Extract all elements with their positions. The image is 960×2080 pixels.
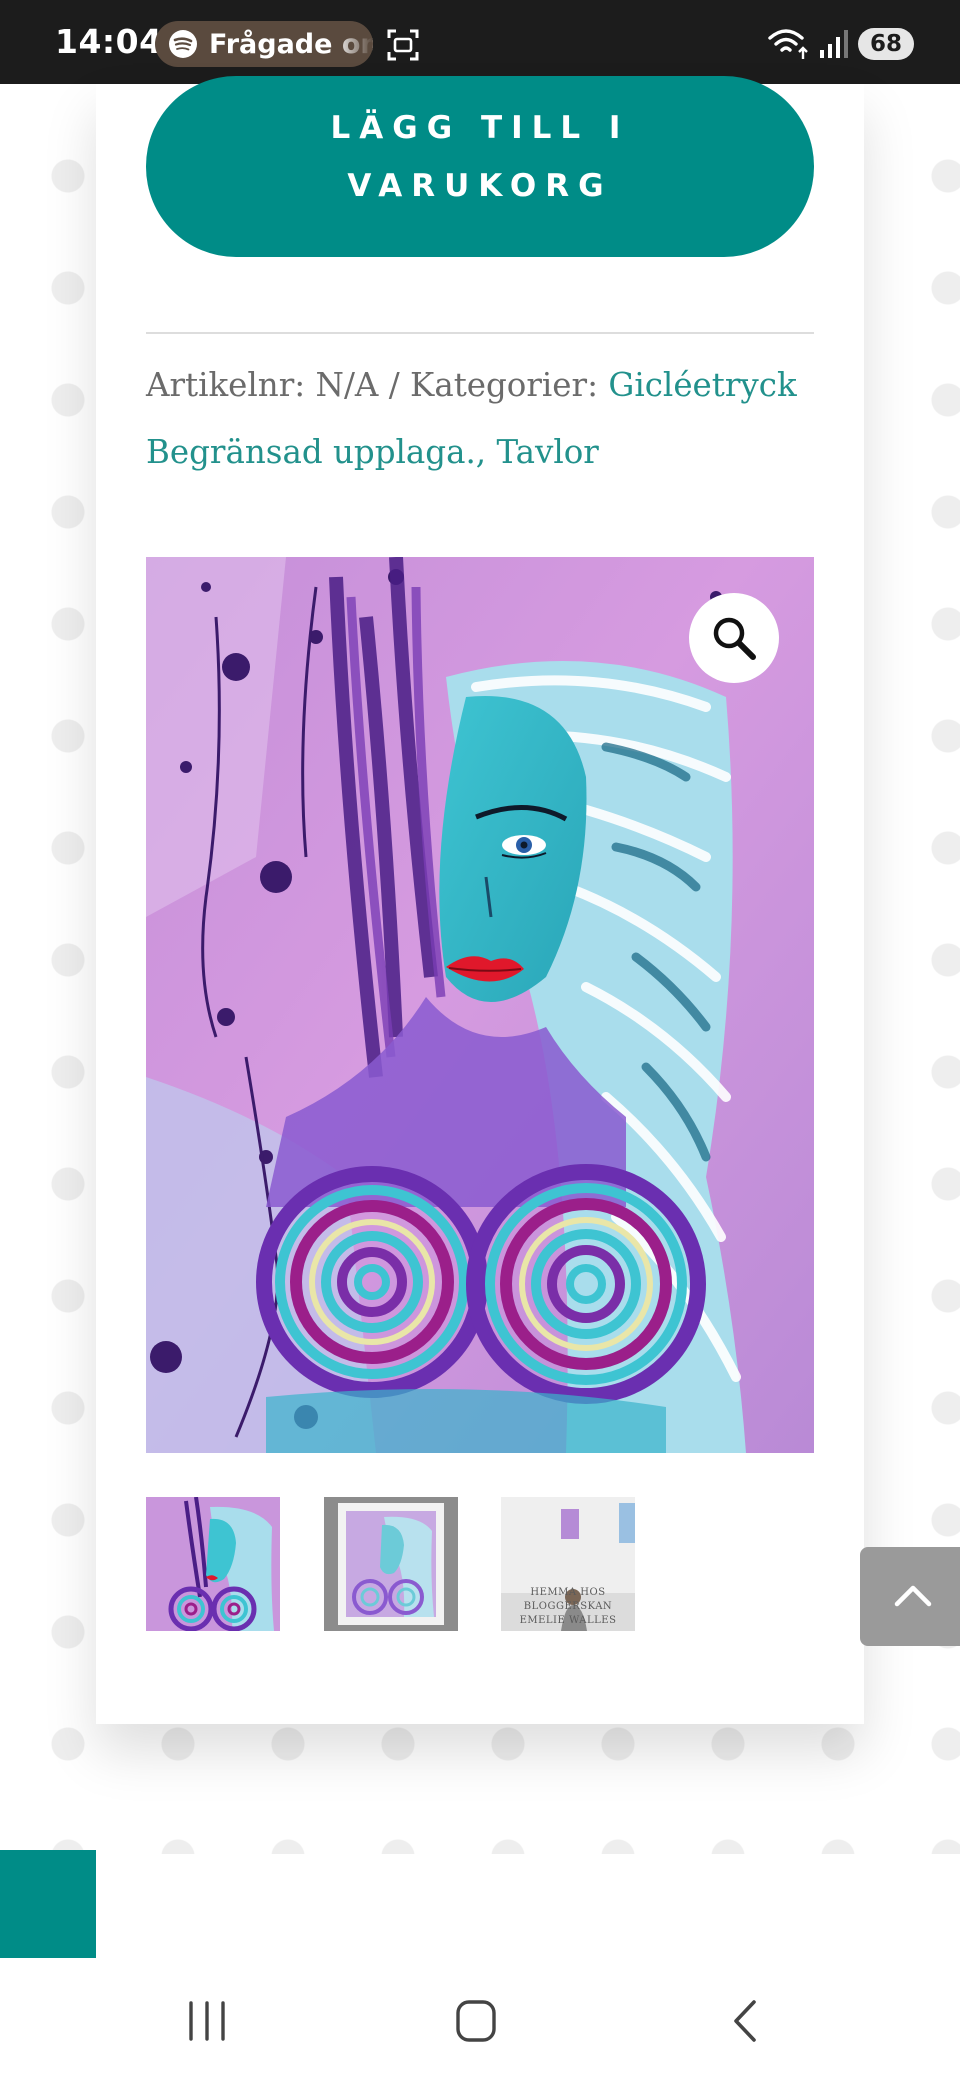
- add-to-cart-label-line1: LÄGG TILL I: [330, 110, 630, 146]
- thumbnail-1[interactable]: [146, 1497, 280, 1631]
- category-link-tavlor[interactable]: Tavlor: [496, 433, 598, 471]
- zoom-button[interactable]: [689, 593, 779, 683]
- media-notification-pill[interactable]: Frågade om: [155, 21, 373, 67]
- thumbnail-2[interactable]: [324, 1497, 458, 1631]
- back-to-top-button[interactable]: [860, 1547, 960, 1646]
- meta-separator: /: [388, 366, 400, 404]
- thumbnail-caption-line2: BLOGGERSKAN: [523, 1601, 613, 1612]
- back-icon[interactable]: [716, 1998, 776, 2044]
- status-time: 14:04: [55, 22, 163, 61]
- home-icon[interactable]: [446, 1998, 506, 2044]
- screenshot-icon: [387, 29, 419, 61]
- accent-block: [0, 1850, 96, 1958]
- signal-icon: [820, 30, 848, 58]
- status-bar: 14:04 Frågade om 68: [0, 0, 960, 84]
- battery-icon: 68: [858, 28, 914, 60]
- thumbnail-caption-line3: EMELIE WALLES: [519, 1615, 617, 1626]
- product-meta: Artikelnr: N/A / Kategorier: Gicléetryck…: [146, 352, 836, 486]
- spotify-icon: [169, 30, 197, 58]
- thumbnail-3[interactable]: HEMMA HOS BLOGGERSKAN EMELIE WALLES: [501, 1497, 635, 1631]
- product-main-image[interactable]: [146, 557, 814, 1453]
- magnifier-icon: [713, 617, 756, 660]
- sku-label: Artikelnr:: [146, 366, 306, 404]
- recent-apps-icon[interactable]: [178, 1998, 238, 2044]
- category-separator: ,: [475, 433, 497, 471]
- add-to-cart-label-line2: VARUKORG: [347, 168, 613, 204]
- thumbnail-caption-line1: HEMMA HOS: [530, 1587, 606, 1598]
- add-to-cart-button[interactable]: LÄGG TILL I VARUKORG: [146, 76, 814, 257]
- categories-label: Kategorier:: [410, 366, 599, 404]
- chevron-up-icon: [894, 1585, 932, 1607]
- divider: [146, 332, 814, 334]
- system-navigation-bar: [0, 1958, 960, 2080]
- sku-value: N/A: [315, 366, 379, 404]
- product-card: LÄGG TILL I VARUKORG Artikelnr: N/A / Ka…: [96, 76, 864, 1724]
- wifi-icon: [768, 29, 808, 59]
